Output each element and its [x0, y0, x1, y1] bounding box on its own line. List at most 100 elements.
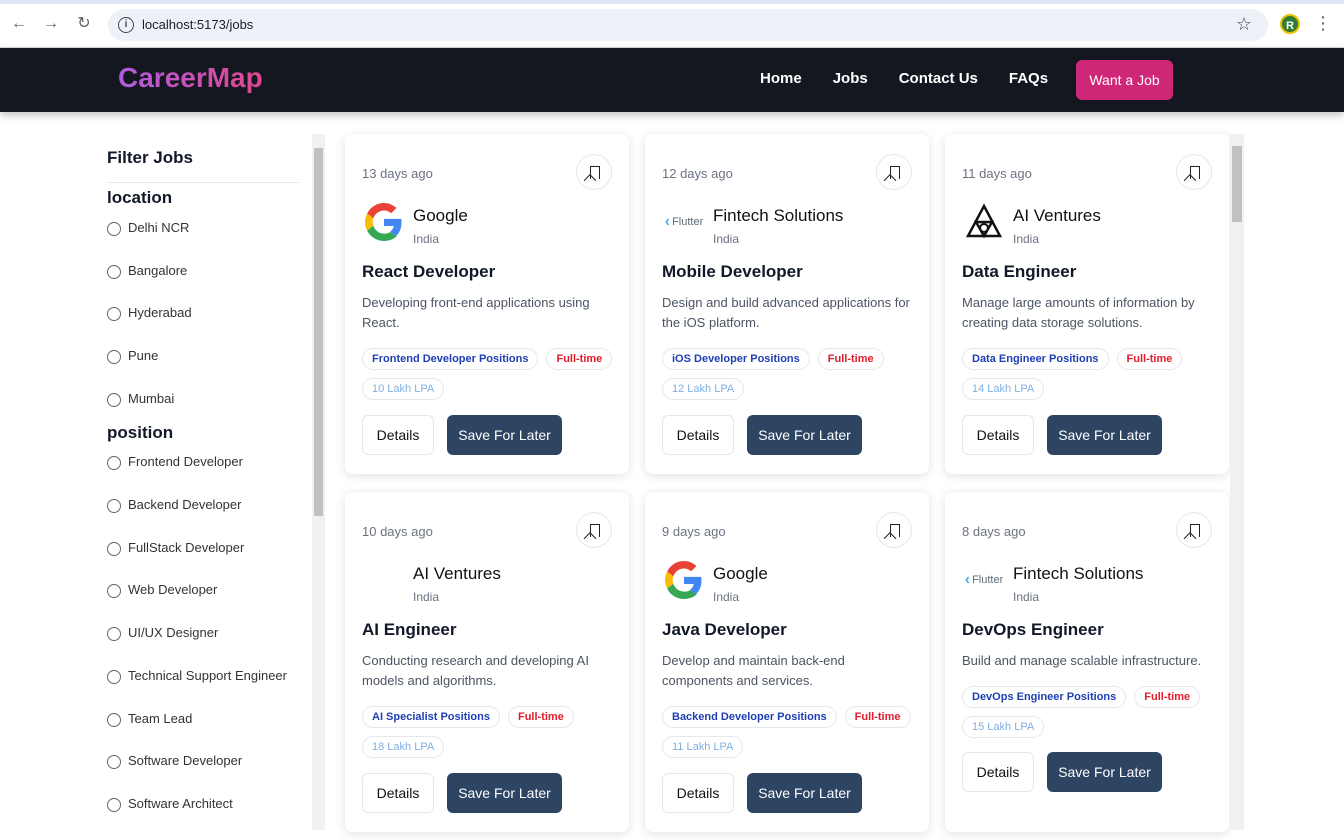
job-description: Conducting research and developing AI mo… — [362, 653, 589, 688]
details-button[interactable]: Details — [662, 415, 734, 455]
save-for-later-button[interactable]: Save For Later — [447, 773, 562, 813]
job-location: India — [713, 232, 740, 246]
nav-jobs[interactable]: Jobs — [833, 70, 868, 87]
google-logo-icon — [362, 200, 406, 244]
posted-date: 11 days ago — [962, 166, 1032, 181]
position-option[interactable]: Backend Developer — [107, 496, 241, 513]
brand-logo[interactable]: CareerMap — [118, 62, 263, 94]
company-name: Fintech Solutions — [713, 206, 844, 225]
position-badge: DevOps Engineer Positions — [962, 686, 1127, 708]
bookmark-icon — [1190, 524, 1200, 537]
radio-button[interactable] — [107, 499, 121, 513]
position-option[interactable]: Software Architect — [107, 795, 233, 812]
bookmark-button[interactable] — [576, 512, 612, 548]
browser-menu-icon[interactable]: ⋮ — [1314, 13, 1332, 34]
want-a-job-button[interactable]: Want a Job — [1076, 60, 1173, 100]
location-option[interactable]: Mumbai — [107, 390, 174, 407]
details-button[interactable]: Details — [962, 752, 1034, 792]
job-type-badge: Full-time — [546, 348, 613, 370]
bookmark-icon — [590, 166, 600, 179]
location-option[interactable]: Pune — [107, 347, 158, 364]
badge-list: AI Specialist Positions Full-time 18 Lak… — [362, 706, 622, 758]
save-for-later-button[interactable]: Save For Later — [1047, 752, 1162, 792]
job-description: Develop and maintain back-end components… — [662, 653, 845, 688]
radio-button[interactable] — [107, 713, 121, 727]
save-for-later-button[interactable]: Save For Later — [747, 773, 862, 813]
position-option[interactable]: Technical Support Engineer — [107, 667, 287, 684]
save-for-later-button[interactable]: Save For Later — [447, 415, 562, 455]
job-location: India — [413, 232, 440, 246]
location-group-title: location — [107, 188, 173, 207]
bookmark-icon — [890, 524, 900, 537]
details-button[interactable]: Details — [962, 415, 1034, 455]
job-description: Manage large amounts of information by c… — [962, 295, 1195, 330]
position-option[interactable]: Frontend Developer — [107, 453, 243, 470]
bookmark-button[interactable] — [876, 154, 912, 190]
radio-button[interactable] — [107, 307, 121, 321]
location-option[interactable]: Delhi NCR — [107, 219, 189, 236]
position-option[interactable]: Web Developer — [107, 581, 217, 598]
job-card: 13 days ago Google India React Developer… — [345, 134, 629, 474]
bookmark-star-icon[interactable]: ☆ — [1236, 14, 1252, 35]
company-name: Google — [713, 564, 768, 583]
posted-date: 9 days ago — [662, 524, 726, 539]
nav-contact[interactable]: Contact Us — [899, 70, 978, 87]
position-option[interactable]: Software Developer — [107, 752, 242, 769]
company-name: Google — [413, 206, 468, 225]
sidebar-scrollbar-thumb[interactable] — [314, 148, 323, 516]
position-option[interactable]: UI/UX Designer — [107, 624, 218, 641]
main-scrollbar-thumb[interactable] — [1232, 146, 1242, 222]
radio-button[interactable] — [107, 265, 121, 279]
job-location: India — [1013, 232, 1040, 246]
posted-date: 13 days ago — [362, 166, 433, 181]
address-url[interactable]: localhost:5173/jobs — [142, 17, 253, 32]
radio-button[interactable] — [107, 393, 121, 407]
radio-button[interactable] — [107, 670, 121, 684]
details-button[interactable]: Details — [362, 773, 434, 813]
company-name: Fintech Solutions — [1013, 564, 1144, 583]
bookmark-button[interactable] — [576, 154, 612, 190]
nav-faqs[interactable]: FAQs — [1009, 70, 1048, 87]
details-button[interactable]: Details — [362, 415, 434, 455]
radio-button[interactable] — [107, 755, 121, 769]
job-type-badge: Full-time — [1134, 686, 1201, 708]
divider — [107, 182, 299, 183]
radio-button[interactable] — [107, 584, 121, 598]
nav-home[interactable]: Home — [760, 70, 802, 87]
position-badge: iOS Developer Positions — [662, 348, 810, 370]
bookmark-button[interactable] — [876, 512, 912, 548]
job-title: Mobile Developer — [662, 262, 803, 281]
bookmark-button[interactable] — [1176, 154, 1212, 190]
position-option[interactable]: Team Lead — [107, 710, 192, 727]
filter-title: Filter Jobs — [107, 148, 193, 167]
bookmark-icon — [590, 524, 600, 537]
save-for-later-button[interactable]: Save For Later — [1047, 415, 1162, 455]
position-badge: AI Specialist Positions — [362, 706, 500, 728]
job-title: React Developer — [362, 262, 496, 281]
back-icon[interactable]: ← — [8, 13, 30, 35]
reload-icon[interactable]: ↻ — [73, 13, 95, 35]
radio-button[interactable] — [107, 798, 121, 812]
radio-button[interactable] — [107, 456, 121, 470]
radio-button[interactable] — [107, 627, 121, 641]
badge-list: Data Engineer Positions Full-time 14 Lak… — [962, 348, 1222, 400]
radio-button[interactable] — [107, 222, 121, 236]
bookmark-button[interactable] — [1176, 512, 1212, 548]
main-scrollbar[interactable] — [1230, 134, 1244, 830]
details-button[interactable]: Details — [662, 773, 734, 813]
location-option[interactable]: Bangalore — [107, 262, 187, 279]
radio-button[interactable] — [107, 542, 121, 556]
location-option[interactable]: Hyderabad — [107, 304, 192, 321]
app-header: CareerMap Home Jobs Contact Us FAQs Want… — [0, 48, 1344, 112]
filter-sidebar: Filter Jobs location Delhi NCR Bangalore… — [96, 134, 326, 834]
job-type-badge: Full-time — [507, 706, 574, 728]
profile-avatar[interactable]: R — [1280, 14, 1300, 34]
address-bar[interactable]: i localhost:5173/jobs ☆ — [108, 9, 1268, 41]
site-info-icon[interactable]: i — [118, 17, 134, 33]
radio-button[interactable] — [107, 350, 121, 364]
save-for-later-button[interactable]: Save For Later — [747, 415, 862, 455]
position-option[interactable]: FullStack Developer — [107, 539, 244, 556]
company-name: AI Ventures — [1013, 206, 1101, 225]
forward-icon[interactable]: → — [40, 13, 62, 35]
salary-badge: 11 Lakh LPA — [662, 736, 744, 758]
